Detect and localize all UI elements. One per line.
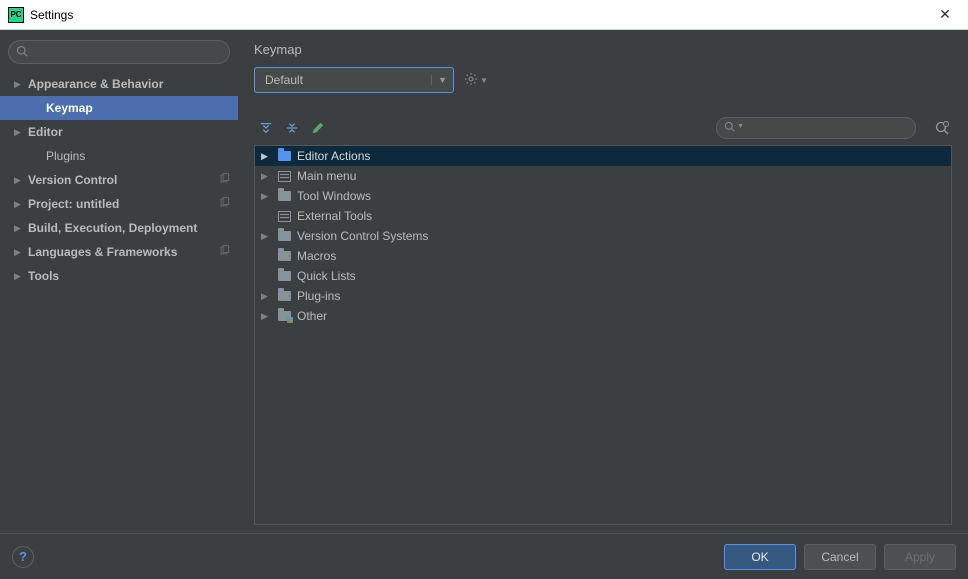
panel-title: Keymap	[238, 30, 968, 67]
sidebar-item-label: Keymap	[46, 101, 230, 115]
chevron-down-icon: ▼	[480, 76, 488, 85]
find-by-shortcut-button[interactable]	[932, 120, 952, 136]
tree-item-label: Quick Lists	[297, 269, 356, 283]
folder-icon	[277, 269, 291, 283]
tree-item-label: Version Control Systems	[297, 229, 428, 243]
sidebar-item-label: Project: untitled	[28, 197, 219, 211]
apply-button: Apply	[884, 544, 956, 570]
help-button[interactable]: ?	[12, 546, 34, 568]
tree-item-external-tools[interactable]: External Tools	[255, 206, 951, 226]
tree-item-label: Macros	[297, 249, 336, 263]
sidebar-nav: ▶ Appearance & Behavior Keymap ▶ Editor Plugi…	[0, 72, 238, 533]
menu-icon	[277, 209, 291, 223]
chevron-right-icon: ▶	[261, 311, 271, 322]
sidebar-item-label: Editor	[28, 125, 230, 139]
chevron-right-icon: ▶	[14, 223, 24, 234]
chevron-right-icon: ▶	[261, 171, 271, 182]
sidebar-item-editor[interactable]: ▶ Editor	[0, 120, 238, 144]
sidebar-item-version-control[interactable]: ▶ Version Control	[0, 168, 238, 192]
tree-item-quick-lists[interactable]: Quick Lists	[255, 266, 951, 286]
chevron-right-icon: ▶	[14, 271, 24, 282]
keymap-tree[interactable]: ▶ Editor Actions ▶ Main menu ▶ Tool Windows Ex…	[254, 145, 952, 525]
tree-item-label: External Tools	[297, 209, 372, 223]
folder-icon	[277, 229, 291, 243]
expand-all-button[interactable]	[258, 120, 274, 136]
chevron-down-icon: ▼	[431, 75, 447, 85]
tree-item-label: Plug-ins	[297, 289, 340, 303]
folder-icon	[277, 249, 291, 263]
ok-button-label: OK	[751, 550, 768, 564]
app-logo-icon: PC	[8, 7, 24, 23]
chevron-right-icon: ▶	[261, 191, 271, 202]
sidebar-item-build-execution-deployment[interactable]: ▶ Build, Execution, Deployment	[0, 216, 238, 240]
chevron-right-icon: ▶	[14, 199, 24, 210]
tree-item-editor-actions[interactable]: ▶ Editor Actions	[255, 146, 951, 166]
project-scope-icon	[219, 245, 230, 259]
footer: ? OK Cancel Apply	[0, 533, 968, 579]
tree-item-plug-ins[interactable]: ▶ Plug-ins	[255, 286, 951, 306]
tree-item-label: Other	[297, 309, 327, 323]
search-icon: ▼	[724, 121, 744, 132]
tree-item-label: Main menu	[297, 169, 356, 183]
sidebar-item-keymap[interactable]: Keymap	[0, 96, 238, 120]
chevron-right-icon: ▶	[261, 291, 271, 302]
sidebar-search-input[interactable]	[8, 40, 230, 64]
sidebar-item-label: Tools	[28, 269, 230, 283]
content-panel: Keymap Default ▼ ▼	[238, 30, 968, 533]
sidebar-item-label: Version Control	[28, 173, 219, 187]
chevron-right-icon: ▶	[261, 231, 271, 242]
folder-icon	[277, 189, 291, 203]
sidebar-item-label: Plugins	[46, 149, 230, 163]
tree-item-label: Editor Actions	[297, 149, 370, 163]
sidebar-item-label: Build, Execution, Deployment	[28, 221, 230, 235]
scheme-row: Default ▼ ▼	[254, 67, 952, 93]
tree-item-macros[interactable]: Macros	[255, 246, 951, 266]
gear-icon	[464, 72, 478, 89]
sidebar: ▶ Appearance & Behavior Keymap ▶ Editor Plugi…	[0, 30, 238, 533]
sidebar-item-label: Appearance & Behavior	[28, 77, 230, 91]
menu-icon	[277, 169, 291, 183]
folder-icon	[277, 289, 291, 303]
chevron-right-icon: ▶	[14, 247, 24, 258]
titlebar: PC Settings ✕	[0, 0, 968, 30]
cancel-button-label: Cancel	[821, 550, 858, 564]
keymap-scheme-dropdown[interactable]: Default ▼	[254, 67, 454, 93]
project-scope-icon	[219, 197, 230, 211]
cancel-button[interactable]: Cancel	[804, 544, 876, 570]
folder-multi-icon	[277, 309, 291, 323]
chevron-right-icon: ▶	[14, 127, 24, 138]
sidebar-item-languages-frameworks[interactable]: ▶ Languages & Frameworks	[0, 240, 238, 264]
edit-shortcut-button[interactable]	[310, 120, 326, 136]
ok-button[interactable]: OK	[724, 544, 796, 570]
folder-blue-icon	[277, 149, 291, 163]
sidebar-search-wrap	[0, 36, 238, 72]
apply-button-label: Apply	[905, 550, 935, 564]
window-title: Settings	[30, 8, 73, 22]
main-area: ▶ Appearance & Behavior Keymap ▶ Editor Plugi…	[0, 30, 968, 533]
filter-wrap: ▼	[716, 117, 916, 139]
sidebar-item-label: Languages & Frameworks	[28, 245, 219, 259]
sidebar-item-plugins[interactable]: Plugins	[0, 144, 238, 168]
scheme-actions-button[interactable]: ▼	[464, 72, 488, 89]
tree-item-main-menu[interactable]: ▶ Main menu	[255, 166, 951, 186]
keymap-toolbar: ▼	[254, 113, 952, 145]
panel-body: Default ▼ ▼	[238, 67, 968, 533]
chevron-right-icon: ▶	[14, 79, 24, 90]
sidebar-item-project-untitled[interactable]: ▶ Project: untitled	[0, 192, 238, 216]
collapse-all-button[interactable]	[284, 120, 300, 136]
tree-item-tool-windows[interactable]: ▶ Tool Windows	[255, 186, 951, 206]
tree-item-label: Tool Windows	[297, 189, 371, 203]
chevron-right-icon: ▶	[14, 175, 24, 186]
sidebar-item-tools[interactable]: ▶ Tools	[0, 264, 238, 288]
chevron-right-icon: ▶	[261, 151, 271, 162]
tree-item-version-control-systems[interactable]: ▶ Version Control Systems	[255, 226, 951, 246]
sidebar-item-appearance-behavior[interactable]: ▶ Appearance & Behavior	[0, 72, 238, 96]
project-scope-icon	[219, 173, 230, 187]
keymap-scheme-label: Default	[265, 73, 431, 87]
tree-item-other[interactable]: ▶ Other	[255, 306, 951, 326]
close-button[interactable]: ✕	[930, 0, 960, 30]
keymap-filter-input[interactable]	[716, 117, 916, 139]
